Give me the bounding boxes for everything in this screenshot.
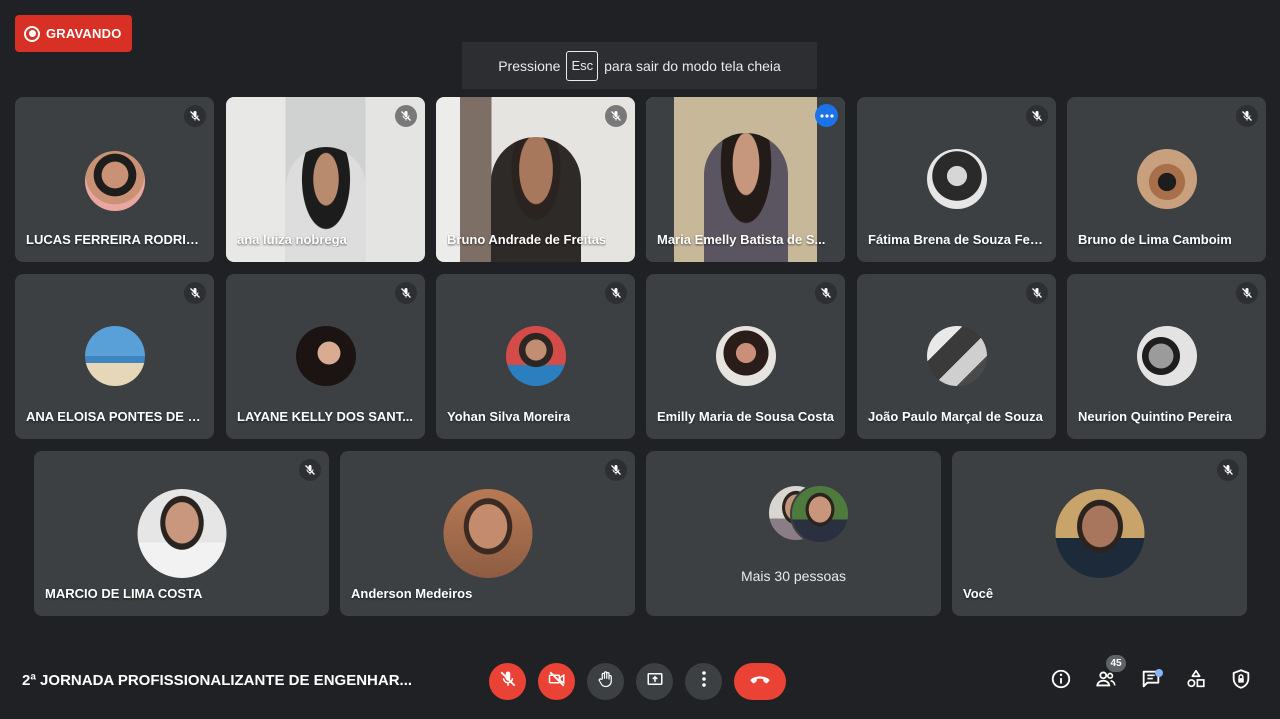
hand-icon <box>597 670 615 693</box>
activities-icon <box>1185 668 1207 695</box>
mic-off-icon <box>499 670 517 693</box>
avatar <box>443 489 532 578</box>
mic-off-icon <box>605 282 627 304</box>
participant-name: João Paulo Marçal de Souza <box>868 409 1043 424</box>
people-count-badge: 45 <box>1106 655 1126 672</box>
meeting-title: 2ª JORNADA PROFISSIONALIZANTE DE ENGENHA… <box>22 672 413 689</box>
esc-key: Esc <box>566 50 599 81</box>
participant-tile[interactable]: Neurion Quintino Pereira <box>1067 274 1266 439</box>
mic-off-icon <box>395 105 417 127</box>
more-options-button[interactable] <box>685 663 722 700</box>
avatar <box>790 484 850 544</box>
camera-toggle-button[interactable] <box>538 663 575 700</box>
raise-hand-button[interactable] <box>587 663 624 700</box>
more-options-icon[interactable] <box>815 104 838 127</box>
participant-tile[interactable]: MARCIO DE LIMA COSTA <box>34 451 329 616</box>
shield-icon <box>1230 668 1252 695</box>
participant-tile[interactable]: João Paulo Marçal de Souza <box>857 274 1056 439</box>
participant-name: ana luiza nobrega <box>237 232 347 247</box>
participant-tile[interactable]: Bruno de Lima Camboim <box>1067 97 1266 262</box>
mic-off-icon <box>1026 282 1048 304</box>
fullscreen-hint: Pressione Esc para sair do modo tela che… <box>462 42 817 89</box>
participant-tile[interactable]: Anderson Medeiros <box>340 451 635 616</box>
mic-off-icon <box>1236 282 1258 304</box>
mic-off-icon <box>1026 105 1048 127</box>
mic-off-icon <box>395 282 417 304</box>
avatar <box>715 326 776 386</box>
avatar <box>926 326 987 386</box>
participant-name: Você <box>963 586 994 601</box>
avatar <box>84 151 145 211</box>
avatar <box>505 326 566 386</box>
info-icon <box>1050 668 1072 695</box>
participant-name: LAYANE KELLY DOS SANT... <box>237 409 414 424</box>
avatar <box>84 326 145 386</box>
recording-badge: GRAVANDO <box>15 15 132 52</box>
participant-tile[interactable]: Yohan Silva Moreira <box>436 274 635 439</box>
avatar <box>1136 149 1197 209</box>
participant-name: Anderson Medeiros <box>351 586 473 601</box>
more-people-label: Mais 30 pessoas <box>740 568 847 584</box>
participant-name: Maria Emelly Batista de S... <box>657 232 826 247</box>
participant-name: Fátima Brena de Souza Felí... <box>868 232 1045 247</box>
avatar <box>137 489 226 578</box>
avatar <box>1136 326 1197 386</box>
participant-tile[interactable]: Emilly Maria de Sousa Costa <box>646 274 845 439</box>
avatar <box>1055 489 1144 578</box>
leave-call-button[interactable] <box>734 663 786 700</box>
host-controls-button[interactable] <box>1225 665 1257 697</box>
participant-name: Bruno de Lima Camboim <box>1078 232 1232 247</box>
more-people-tile[interactable]: Mais 30 pessoas <box>646 451 941 616</box>
participant-name: LUCAS FERREIRA RODRIG... <box>26 232 203 247</box>
mic-off-icon <box>1236 105 1258 127</box>
mic-off-icon <box>605 105 627 127</box>
participant-name: Yohan Silva Moreira <box>447 409 571 424</box>
mic-toggle-button[interactable] <box>489 663 526 700</box>
participant-tile[interactable]: Fátima Brena de Souza Felí... <box>857 97 1056 262</box>
camera-off-icon <box>548 670 566 693</box>
more-vert-icon <box>701 671 706 692</box>
participant-name: Emilly Maria de Sousa Costa <box>657 409 834 424</box>
participant-tile[interactable]: ana luiza nobrega <box>226 97 425 262</box>
recording-label: GRAVANDO <box>46 26 122 41</box>
chat-notification-dot <box>1155 669 1163 677</box>
meeting-details-button[interactable] <box>1045 665 1077 697</box>
participant-name: Neurion Quintino Pereira <box>1078 409 1232 424</box>
participant-name: Bruno Andrade de Freitas <box>447 232 607 247</box>
hangup-icon <box>749 673 771 691</box>
fullscreen-hint-after: para sair do modo tela cheia <box>604 57 781 74</box>
present-icon <box>646 670 664 693</box>
participant-name: ANA ELOISA PONTES DE S... <box>26 409 203 424</box>
participant-tile[interactable]: LAYANE KELLY DOS SANT... <box>226 274 425 439</box>
mic-off-icon <box>605 459 627 481</box>
activities-button[interactable] <box>1180 665 1212 697</box>
participant-tile-active[interactable]: Maria Emelly Batista de S... <box>646 97 845 262</box>
participant-tile-self[interactable]: Você <box>952 451 1247 616</box>
record-icon <box>24 25 40 42</box>
avatar <box>295 326 356 386</box>
mic-off-icon <box>184 105 206 127</box>
mic-off-icon <box>815 282 837 304</box>
mic-off-icon <box>299 459 321 481</box>
participant-tile[interactable]: LUCAS FERREIRA RODRIG... <box>15 97 214 262</box>
participant-name: MARCIO DE LIMA COSTA <box>45 586 203 601</box>
mic-off-icon <box>1217 459 1239 481</box>
mic-off-icon <box>184 282 206 304</box>
participant-tile[interactable]: ANA ELOISA PONTES DE S... <box>15 274 214 439</box>
participant-tile[interactable]: Bruno Andrade de Freitas <box>436 97 635 262</box>
avatar <box>926 149 987 209</box>
present-now-button[interactable] <box>636 663 673 700</box>
fullscreen-hint-before: Pressione <box>498 57 561 74</box>
